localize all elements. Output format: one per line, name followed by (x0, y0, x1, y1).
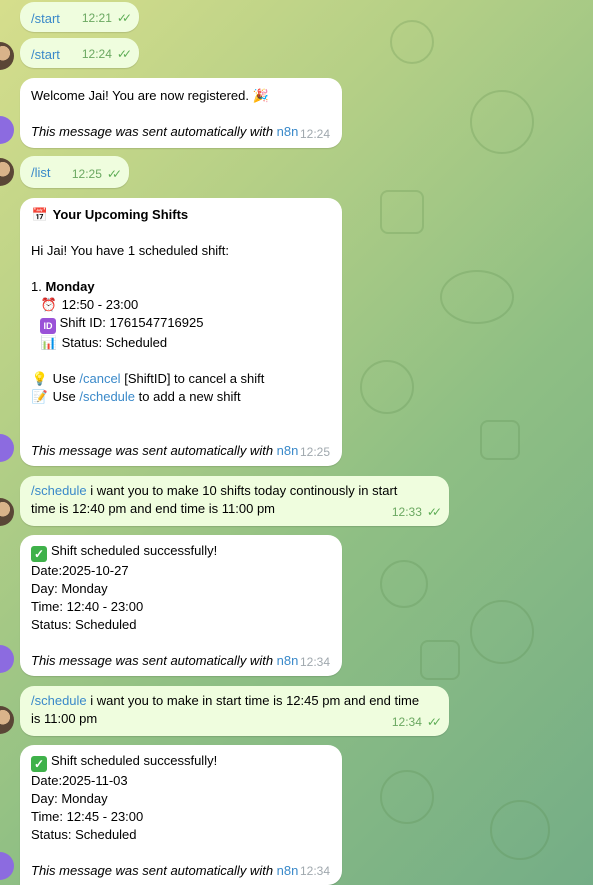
auto-sent-label: This message was sent automatically with (31, 124, 274, 139)
shift-day: Monday (45, 279, 95, 294)
list-index: 1. (31, 279, 42, 294)
auto-sent-label: This message was sent automatically with (31, 653, 274, 668)
tip-text: [ShiftID] to cancel a shift (124, 371, 265, 386)
bot-avatar[interactable] (0, 116, 14, 144)
bot-avatar[interactable] (0, 645, 14, 673)
memo-icon: 📝 (31, 389, 49, 404)
n8n-link[interactable]: n8n (277, 124, 299, 139)
command-link[interactable]: /start (31, 11, 60, 26)
message-text: Welcome Jai! You are now registered. (31, 88, 249, 103)
schedule-command-link[interactable]: /schedule (79, 389, 135, 404)
read-ticks-icon: ✓✓ (426, 505, 442, 519)
shift-day: Day: Monday (31, 791, 108, 806)
calendar-icon: 📅 (31, 207, 49, 222)
message-bubble-out[interactable]: /list 12:25 ✓✓ (20, 156, 129, 188)
message-time: 12:21 ✓✓ (81, 11, 132, 25)
user-avatar[interactable] (0, 158, 14, 186)
command-link[interactable]: /list (31, 165, 51, 180)
message-bubble-out[interactable]: /start 12:21 ✓✓ (20, 2, 139, 32)
shift-time: Time: 12:40 - 23:00 (31, 599, 144, 614)
n8n-link[interactable]: n8n (277, 653, 299, 668)
message-time: 12:34 (299, 864, 330, 878)
message-time: 12:24 ✓✓ (81, 47, 132, 61)
message-text: time is 12:40 pm and end time is 11:00 p… (31, 501, 275, 516)
tip-text: Use (52, 371, 76, 386)
read-ticks-icon: ✓✓ (116, 47, 132, 61)
tip-text: Use (52, 389, 76, 404)
message-bubble-in[interactable]: 📅 Your Upcoming Shifts Hi Jai! You have … (20, 198, 342, 466)
message-text: is 11:00 pm (31, 711, 98, 726)
shift-status: Status: Scheduled (31, 827, 137, 842)
auto-sent-label: This message was sent automatically with (31, 863, 274, 878)
check-mark-icon: ✓ (31, 546, 47, 562)
shift-status: Status: Scheduled (61, 335, 168, 350)
user-avatar[interactable] (0, 498, 14, 526)
message-bubble-out[interactable]: /schedule i want you to make in start ti… (20, 686, 449, 736)
id-icon: ID (40, 318, 56, 334)
message-text: i want you to make in start time is 12:4… (90, 693, 420, 708)
cancel-command-link[interactable]: /cancel (79, 371, 120, 386)
bar-chart-icon: 📊 (40, 335, 58, 350)
party-popper-icon: 🎉 (252, 88, 269, 103)
schedule-command-link[interactable]: /schedule (31, 483, 87, 498)
shift-day: Day: Monday (31, 581, 108, 596)
message-text: i want you to make 10 shifts today conti… (90, 483, 398, 498)
message-text: Hi Jai! You have 1 scheduled shift: (31, 243, 230, 258)
tip-text: to add a new shift (138, 389, 241, 404)
read-ticks-icon: ✓✓ (116, 11, 132, 25)
message-time: 12:33 ✓✓ (391, 505, 442, 519)
schedule-command-link[interactable]: /schedule (31, 693, 87, 708)
shift-id: Shift ID: 1761547716925 (59, 315, 204, 330)
message-bubble-out[interactable]: /schedule i want you to make 10 shifts t… (20, 476, 449, 526)
message-bubble-in[interactable]: ✓ Shift scheduled successfully! Date:2025… (20, 745, 342, 885)
shift-status: Status: Scheduled (31, 617, 137, 632)
message-time: 12:34 (299, 655, 330, 669)
message-title: Shift scheduled successfully! (51, 753, 218, 768)
bot-avatar[interactable] (0, 852, 14, 880)
read-ticks-icon: ✓✓ (426, 715, 442, 729)
message-time: 12:24 (299, 127, 330, 141)
n8n-link[interactable]: n8n (277, 443, 299, 458)
message-time: 12:34 ✓✓ (391, 715, 442, 729)
command-link[interactable]: /start (31, 47, 60, 62)
n8n-link[interactable]: n8n (277, 863, 299, 878)
alarm-clock-icon: ⏰ (40, 297, 58, 312)
message-bubble-out[interactable]: /start 12:24 ✓✓ (20, 38, 139, 68)
shift-date: Date:2025-10-27 (31, 563, 129, 578)
shift-time: Time: 12:45 - 23:00 (31, 809, 144, 824)
user-avatar[interactable] (0, 42, 14, 70)
message-bubble-in[interactable]: Welcome Jai! You are now registered. 🎉 T… (20, 78, 342, 148)
light-bulb-icon: 💡 (31, 371, 49, 386)
read-ticks-icon: ✓✓ (106, 167, 122, 181)
auto-sent-label: This message was sent automatically with (31, 443, 274, 458)
message-time: 12:25 ✓✓ (71, 167, 122, 181)
user-avatar[interactable] (0, 706, 14, 734)
message-bubble-in[interactable]: ✓ Shift scheduled successfully! Date:2025… (20, 535, 342, 676)
message-title: Shift scheduled successfully! (51, 543, 218, 558)
shift-time: 12:50 - 23:00 (61, 297, 139, 312)
check-mark-icon: ✓ (31, 756, 47, 772)
bot-avatar[interactable] (0, 434, 14, 462)
shift-date: Date:2025-11-03 (31, 773, 128, 788)
message-time: 12:25 (299, 445, 330, 459)
message-title: Your Upcoming Shifts (52, 207, 189, 222)
